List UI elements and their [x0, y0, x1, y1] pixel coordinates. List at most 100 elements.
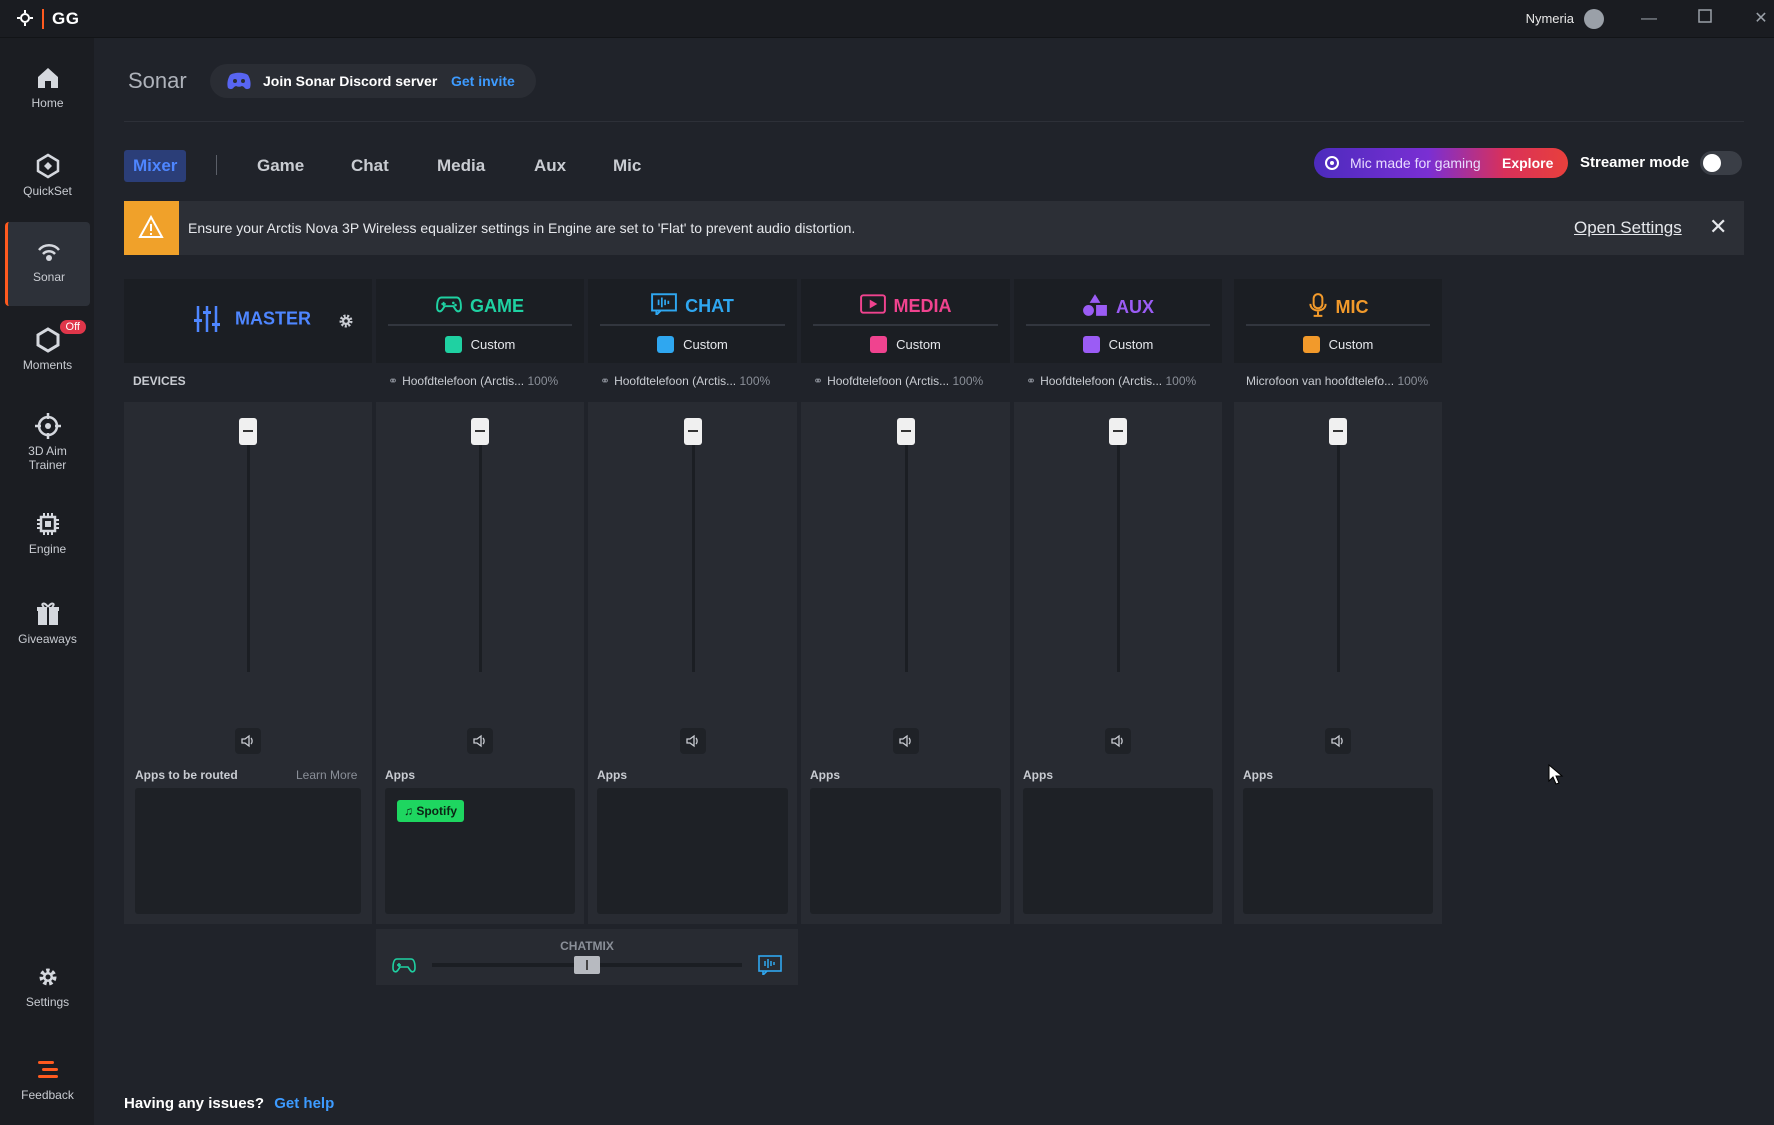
learn-more-link[interactable]: Learn More [296, 768, 357, 782]
streamer-mode-toggle[interactable] [1700, 151, 1742, 175]
channel-title-row: AUX [1014, 293, 1222, 322]
media-mute-button[interactable] [893, 728, 919, 754]
mic-apps-box[interactable] [1243, 788, 1433, 914]
quickset-icon [36, 153, 59, 179]
mic-promo-pill[interactable]: Mic made for gaming Explore [1314, 148, 1568, 178]
tab-chat[interactable]: Chat [351, 150, 389, 182]
chat-bubble-icon [758, 955, 782, 975]
game-apps-box[interactable]: ♫ Spotify [385, 788, 575, 914]
chatmix-slider-knob[interactable] [574, 956, 600, 974]
channel-divider [1246, 324, 1430, 326]
chat-preset-selector[interactable]: Custom [588, 336, 797, 354]
game-device-selector[interactable]: ⚭ Hoofdtelefoon (Arctis... 100% [388, 374, 558, 388]
aux-channel-body: Apps [1014, 402, 1222, 924]
title-bar: GG Nymeria — ✕ [0, 0, 1774, 38]
sidebar-item-giveaways[interactable]: Giveaways [5, 600, 90, 646]
unrouted-apps-box[interactable] [135, 788, 361, 914]
sidebar-item-label: 3D Aim [28, 444, 67, 458]
media-device-selector[interactable]: ⚭ Hoofdtelefoon (Arctis... 100% [813, 374, 983, 388]
media-fader-knob[interactable] [897, 418, 915, 445]
game-mute-button[interactable] [467, 728, 493, 754]
tab-media[interactable]: Media [437, 150, 485, 182]
sidebar: Home QuickSet Sonar Off Moments 3D Aim T… [0, 38, 94, 1125]
master-fader-knob[interactable] [239, 418, 257, 445]
preset-name: Custom [1328, 337, 1374, 353]
game-fader-knob[interactable] [471, 418, 489, 445]
app-chip[interactable]: ♫ Spotify [397, 800, 465, 822]
toggle-knob [1703, 154, 1721, 172]
chat-device-selector[interactable]: ⚭ Hoofdtelefoon (Arctis... 100% [600, 374, 770, 388]
mic-device-selector[interactable]: Microfoon van hoofdtelefo... 100% [1246, 374, 1428, 388]
engine-chip-icon [36, 513, 59, 535]
close-icon[interactable]: ✕ [1709, 214, 1727, 240]
sidebar-item-feedback[interactable]: Feedback [5, 1056, 90, 1102]
mic-mute-button[interactable] [1325, 728, 1351, 754]
tab-mic[interactable]: Mic [613, 150, 641, 182]
page-title: Sonar [128, 68, 187, 93]
chat-mute-button[interactable] [680, 728, 706, 754]
sonar-icon [38, 244, 60, 261]
aux-fader-track[interactable] [1117, 442, 1120, 672]
sidebar-item-sonar[interactable]: Sonar [5, 222, 90, 306]
chat-fader-track[interactable] [692, 442, 695, 672]
master-mute-button[interactable] [235, 728, 261, 754]
warning-banner: Ensure your Arctis Nova 3P Wireless equa… [124, 201, 1744, 255]
mic-fader-knob[interactable] [1329, 418, 1347, 445]
tab-game[interactable]: Game [257, 150, 304, 182]
preset-icon [444, 336, 462, 354]
media-preset-selector[interactable]: Custom [801, 336, 1010, 354]
channel-title: MEDIA [893, 296, 952, 316]
tab-mixer[interactable]: Mixer [124, 150, 187, 182]
tab-aux[interactable]: Aux [534, 150, 566, 182]
aux-fader-knob[interactable] [1109, 418, 1127, 445]
aux-apps-box[interactable] [1023, 788, 1213, 914]
username[interactable]: Nymeria [1526, 11, 1574, 26]
gear-icon[interactable] [338, 313, 354, 329]
game-channel-header: GAME Custom [376, 279, 584, 363]
device-name: Hoofdtelefoon (Arctis... [1040, 374, 1163, 388]
open-settings-link[interactable]: Open Settings [1574, 218, 1682, 238]
get-help-link[interactable]: Get help [274, 1095, 334, 1112]
chat-apps-box[interactable] [597, 788, 788, 914]
devices-label: DEVICES [133, 374, 186, 388]
sidebar-item-engine[interactable]: Engine [5, 510, 90, 556]
get-invite-link[interactable]: Get invite [451, 73, 515, 89]
device-volume: 100% [952, 374, 984, 388]
chat-channel-body: Apps [588, 402, 797, 924]
sidebar-item-quickset[interactable]: QuickSet [5, 152, 90, 198]
aux-device-selector[interactable]: ⚭ Hoofdtelefoon (Arctis... 100% [1026, 374, 1196, 388]
sidebar-item-moments[interactable]: Off Moments [5, 320, 90, 372]
channel-title-row: CHAT [588, 293, 797, 320]
close-window-icon[interactable]: ✕ [1750, 8, 1772, 30]
sidebar-item-label: QuickSet [23, 184, 72, 198]
channel-title-row: GAME [376, 293, 584, 320]
game-fader-track[interactable] [479, 442, 482, 672]
apps-label: Apps [1243, 768, 1273, 782]
sidebar-item-3d-aim-trainer[interactable]: 3D Aim Trainer [5, 412, 90, 472]
master-title-row: MASTER [194, 304, 311, 334]
mic-fader-track[interactable] [1337, 442, 1340, 672]
minimize-icon[interactable]: — [1638, 8, 1660, 30]
sidebar-item-settings[interactable]: Settings [5, 963, 90, 1009]
aux-mute-button[interactable] [1105, 728, 1131, 754]
help-text: Having any issues? [124, 1095, 265, 1112]
app-name: Spotify [416, 804, 458, 818]
avatar[interactable] [1584, 9, 1604, 29]
media-apps-box[interactable] [810, 788, 1001, 914]
chat-fader-knob[interactable] [684, 418, 702, 445]
mic-preset-selector[interactable]: Custom [1234, 336, 1442, 354]
sidebar-item-label: Giveaways [18, 632, 77, 646]
help-footer: Having any issues? Get help [124, 1095, 334, 1112]
mic-icon [1308, 293, 1328, 322]
chatmix-label: CHATMIX [560, 939, 614, 953]
maximize-icon[interactable] [1694, 8, 1716, 30]
media-fader-track[interactable] [905, 442, 908, 672]
sidebar-item-home[interactable]: Home [5, 64, 90, 110]
master-fader-track[interactable] [247, 442, 250, 672]
aux-preset-selector[interactable]: Custom [1014, 336, 1222, 354]
header-divider [124, 121, 1744, 122]
explore-link[interactable]: Explore [1502, 155, 1553, 171]
game-preset-selector[interactable]: Custom [376, 336, 584, 354]
discord-banner[interactable]: Join Sonar Discord server Get invite [210, 64, 536, 98]
aux-channel-header: AUX Custom [1014, 279, 1222, 363]
